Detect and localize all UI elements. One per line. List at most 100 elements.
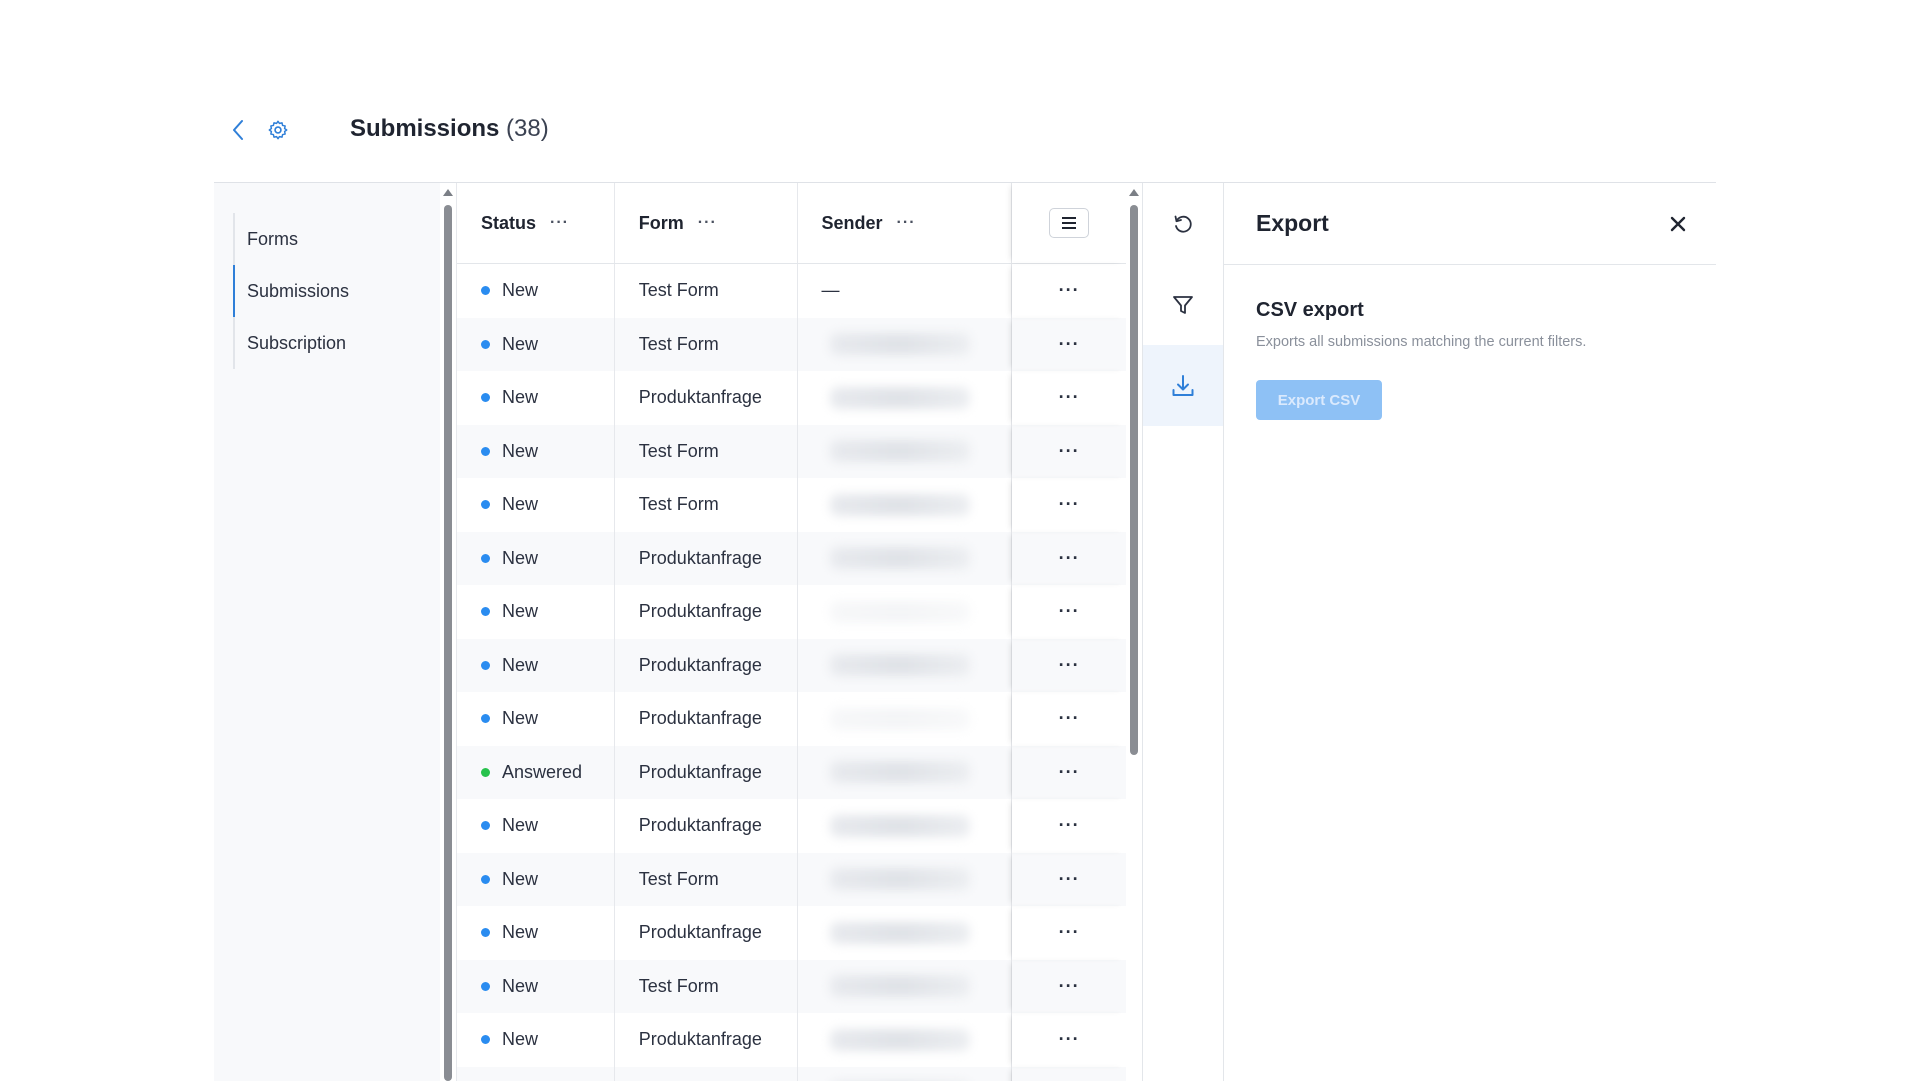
- sender-cell: [798, 532, 1013, 586]
- export-panel-title: Export: [1256, 210, 1666, 237]
- form-name: Test Form: [639, 494, 719, 515]
- column-header-status[interactable]: Status ···: [457, 183, 615, 263]
- column-menu-sender[interactable]: ···: [897, 214, 916, 232]
- row-actions-button[interactable]: ···: [1059, 334, 1080, 355]
- form-cell: Produktanfrage: [615, 1013, 798, 1067]
- row-actions-button[interactable]: ···: [1059, 815, 1080, 836]
- status-cell: New: [457, 906, 615, 960]
- status-label: New: [502, 601, 538, 622]
- table-row[interactable]: NewProduktanfrage···: [457, 799, 1126, 853]
- form-cell: Produktanfrage: [615, 1067, 798, 1081]
- nav-list: Forms Submissions Subscription: [233, 213, 423, 369]
- status-label: New: [502, 494, 538, 515]
- sender-cell: [798, 960, 1013, 1014]
- table-row[interactable]: NewProduktanfrage···: [457, 1067, 1126, 1081]
- row-actions-button[interactable]: ···: [1059, 976, 1080, 997]
- row-actions-cell: ···: [1012, 1067, 1126, 1081]
- row-actions-button[interactable]: ···: [1059, 548, 1080, 569]
- status-label: New: [502, 922, 538, 943]
- sender-cell: [798, 799, 1013, 853]
- nav-item-subscription[interactable]: Subscription: [233, 317, 423, 369]
- row-actions-cell: ···: [1012, 639, 1126, 693]
- export-tool-button[interactable]: [1143, 345, 1223, 426]
- sender-redacted: [830, 761, 970, 783]
- table-row[interactable]: New Test Form ···: [457, 478, 1126, 532]
- sender-value: —: [822, 280, 840, 301]
- status-cell: New: [457, 1013, 615, 1067]
- column-header-sender[interactable]: Sender ···: [798, 183, 1013, 263]
- table-row[interactable]: New Produktanfrage ···: [457, 906, 1126, 960]
- row-actions-button[interactable]: ···: [1059, 494, 1080, 515]
- status-dot-icon: [481, 500, 490, 509]
- download-icon: [1170, 373, 1196, 399]
- scroll-up-arrow-icon[interactable]: [443, 189, 453, 196]
- table-scrollbar-thumb[interactable]: [1130, 205, 1138, 755]
- column-title-sender: Sender: [822, 213, 883, 234]
- form-cell: Produktanfrage: [615, 746, 798, 800]
- close-panel-button[interactable]: [1666, 212, 1690, 236]
- row-actions-cell: ···: [1012, 746, 1126, 800]
- status-label: New: [502, 976, 538, 997]
- row-actions-button[interactable]: ···: [1059, 601, 1080, 622]
- form-cell: Produktanfrage: [615, 371, 798, 425]
- status-dot-icon: [481, 928, 490, 937]
- table-row[interactable]: NewProduktanfrage···: [457, 532, 1126, 586]
- sender-cell: [798, 746, 1013, 800]
- status-dot-icon: [481, 447, 490, 456]
- sender-redacted: [830, 654, 970, 676]
- table-row[interactable]: NewProduktanfrage···: [457, 639, 1126, 693]
- nav-item-submissions[interactable]: Submissions: [233, 265, 423, 317]
- status-label: New: [502, 869, 538, 890]
- table-row[interactable]: NewTest Form—···: [457, 264, 1126, 318]
- status-cell: New: [457, 318, 615, 372]
- gear-icon: [267, 119, 289, 141]
- table-row[interactable]: NewTest Form···: [457, 853, 1126, 907]
- status-label: New: [502, 815, 538, 836]
- table-row[interactable]: New Test Form ···: [457, 425, 1126, 479]
- nav-scrollbar-thumb[interactable]: [444, 205, 452, 1081]
- table-row[interactable]: NewProduktanfrage···: [457, 692, 1126, 746]
- scroll-up-arrow-icon[interactable]: [1129, 189, 1139, 196]
- status-dot-icon: [481, 607, 490, 616]
- row-actions-cell: ···: [1012, 799, 1126, 853]
- status-label: New: [502, 387, 538, 408]
- column-header-form[interactable]: Form ···: [615, 183, 798, 263]
- table-row[interactable]: NewTest Form···: [457, 960, 1126, 1014]
- row-actions-button[interactable]: ···: [1059, 762, 1080, 783]
- column-menu-status[interactable]: ···: [550, 214, 569, 232]
- nav-scrollbar[interactable]: [440, 183, 456, 1081]
- row-actions-button[interactable]: ···: [1059, 441, 1080, 462]
- row-actions-button[interactable]: ···: [1059, 387, 1080, 408]
- row-actions-button[interactable]: ···: [1059, 655, 1080, 676]
- status-dot-icon: [481, 768, 490, 777]
- submission-count: (38): [506, 115, 549, 142]
- export-csv-button[interactable]: Export CSV: [1256, 380, 1382, 420]
- table-row[interactable]: New Produktanfrage ···: [457, 371, 1126, 425]
- status-cell: New: [457, 425, 615, 479]
- table-row[interactable]: NewProduktanfrage ···: [457, 1013, 1126, 1067]
- row-actions-button[interactable]: ···: [1059, 869, 1080, 890]
- table-row[interactable]: Answered Produktanfrage ···: [457, 746, 1126, 800]
- filter-button[interactable]: [1143, 264, 1223, 345]
- row-actions-button[interactable]: ···: [1059, 1029, 1080, 1050]
- nav-item-forms[interactable]: Forms: [233, 213, 423, 265]
- column-settings-button[interactable]: [1049, 208, 1089, 238]
- tool-rail: [1142, 183, 1224, 1081]
- table-scrollbar[interactable]: [1126, 183, 1142, 1081]
- back-button[interactable]: [226, 118, 250, 142]
- row-actions-button[interactable]: ···: [1059, 280, 1080, 301]
- row-actions-button[interactable]: ···: [1059, 708, 1080, 729]
- export-panel-header: Export: [1224, 183, 1716, 265]
- row-actions-button[interactable]: ···: [1059, 922, 1080, 943]
- form-cell: Produktanfrage: [615, 906, 798, 960]
- row-actions-cell: ···: [1012, 853, 1126, 907]
- table-row[interactable]: NewProduktanfrage···: [457, 585, 1126, 639]
- form-cell: Test Form: [615, 425, 798, 479]
- form-name: Test Form: [639, 441, 719, 462]
- status-label: Answered: [502, 762, 582, 783]
- reset-button[interactable]: [1143, 183, 1223, 264]
- nav-item-label: Subscription: [247, 333, 346, 354]
- settings-button[interactable]: [266, 118, 290, 142]
- column-menu-form[interactable]: ···: [698, 214, 717, 232]
- table-row[interactable]: NewTest Form···: [457, 318, 1126, 372]
